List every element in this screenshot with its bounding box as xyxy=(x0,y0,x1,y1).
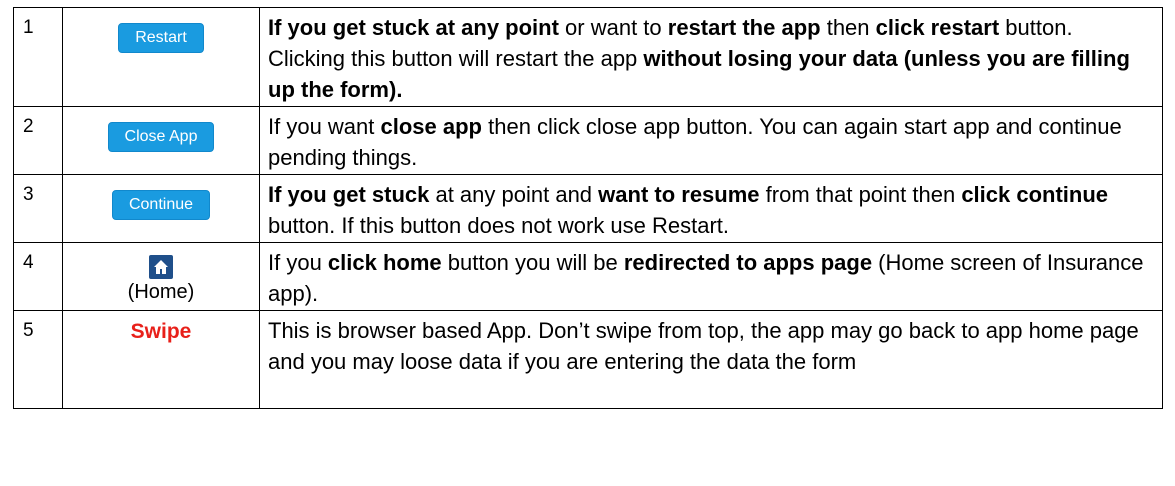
description-segment: restart the app xyxy=(667,15,821,40)
description-segment: This is browser based App. Don’t swipe f… xyxy=(268,318,1139,374)
description-segment: at any point and xyxy=(429,182,599,207)
description-segment: click restart xyxy=(875,15,1000,40)
row-description: If you click home button you will be red… xyxy=(259,242,1163,311)
description-segment: click home xyxy=(327,250,442,275)
description-segment: click continue xyxy=(961,182,1109,207)
row-description: If you get stuck at any point and want t… xyxy=(259,174,1163,243)
description-segment: button. If this button does not work use… xyxy=(268,213,730,238)
description-segment: then xyxy=(820,15,876,40)
description-segment: or want to xyxy=(558,15,668,40)
restart-button[interactable]: Restart xyxy=(118,23,204,53)
row-description: If you get stuck at any point or want to… xyxy=(259,7,1163,107)
home-icon[interactable] xyxy=(149,254,173,279)
row-number: 5 xyxy=(13,310,63,409)
row-number: 4 xyxy=(13,242,63,311)
swipe-label: Swipe xyxy=(130,320,192,343)
continue-button[interactable]: Continue xyxy=(111,190,211,220)
table-row: 2 Close App If you want close app then c… xyxy=(13,106,1163,175)
home-caption: (Home) xyxy=(127,281,195,303)
row-number: 1 xyxy=(13,7,63,107)
description-segment: from that point then xyxy=(759,182,962,207)
table-row: 5 Swipe This is browser based App. Don’t… xyxy=(13,310,1163,409)
description-segment: If you xyxy=(268,250,328,275)
row-description: This is browser based App. Don’t swipe f… xyxy=(259,310,1163,409)
description-segment: redirected to apps page xyxy=(623,250,873,275)
description-segment: button you will be xyxy=(441,250,624,275)
table-row: 1 Restart If you get stuck at any point … xyxy=(13,7,1163,107)
row-number: 2 xyxy=(13,106,63,175)
row-description: If you want close app then click close a… xyxy=(259,106,1163,175)
description-segment: want to resume xyxy=(598,182,760,207)
description-segment: If you get stuck xyxy=(268,182,430,207)
table-row: 4 (Home) If you click home button you wi… xyxy=(13,242,1163,311)
house-glyph xyxy=(154,259,168,274)
row-number: 3 xyxy=(13,174,63,243)
description-segment: If you get stuck at any point xyxy=(268,15,559,40)
table-row: 3 Continue If you get stuck at any point… xyxy=(13,174,1163,243)
description-segment: close app xyxy=(380,114,482,139)
description-segment: If you want xyxy=(268,114,381,139)
close-app-button[interactable]: Close App xyxy=(107,122,215,152)
help-table: 1 Restart If you get stuck at any point … xyxy=(13,7,1163,409)
